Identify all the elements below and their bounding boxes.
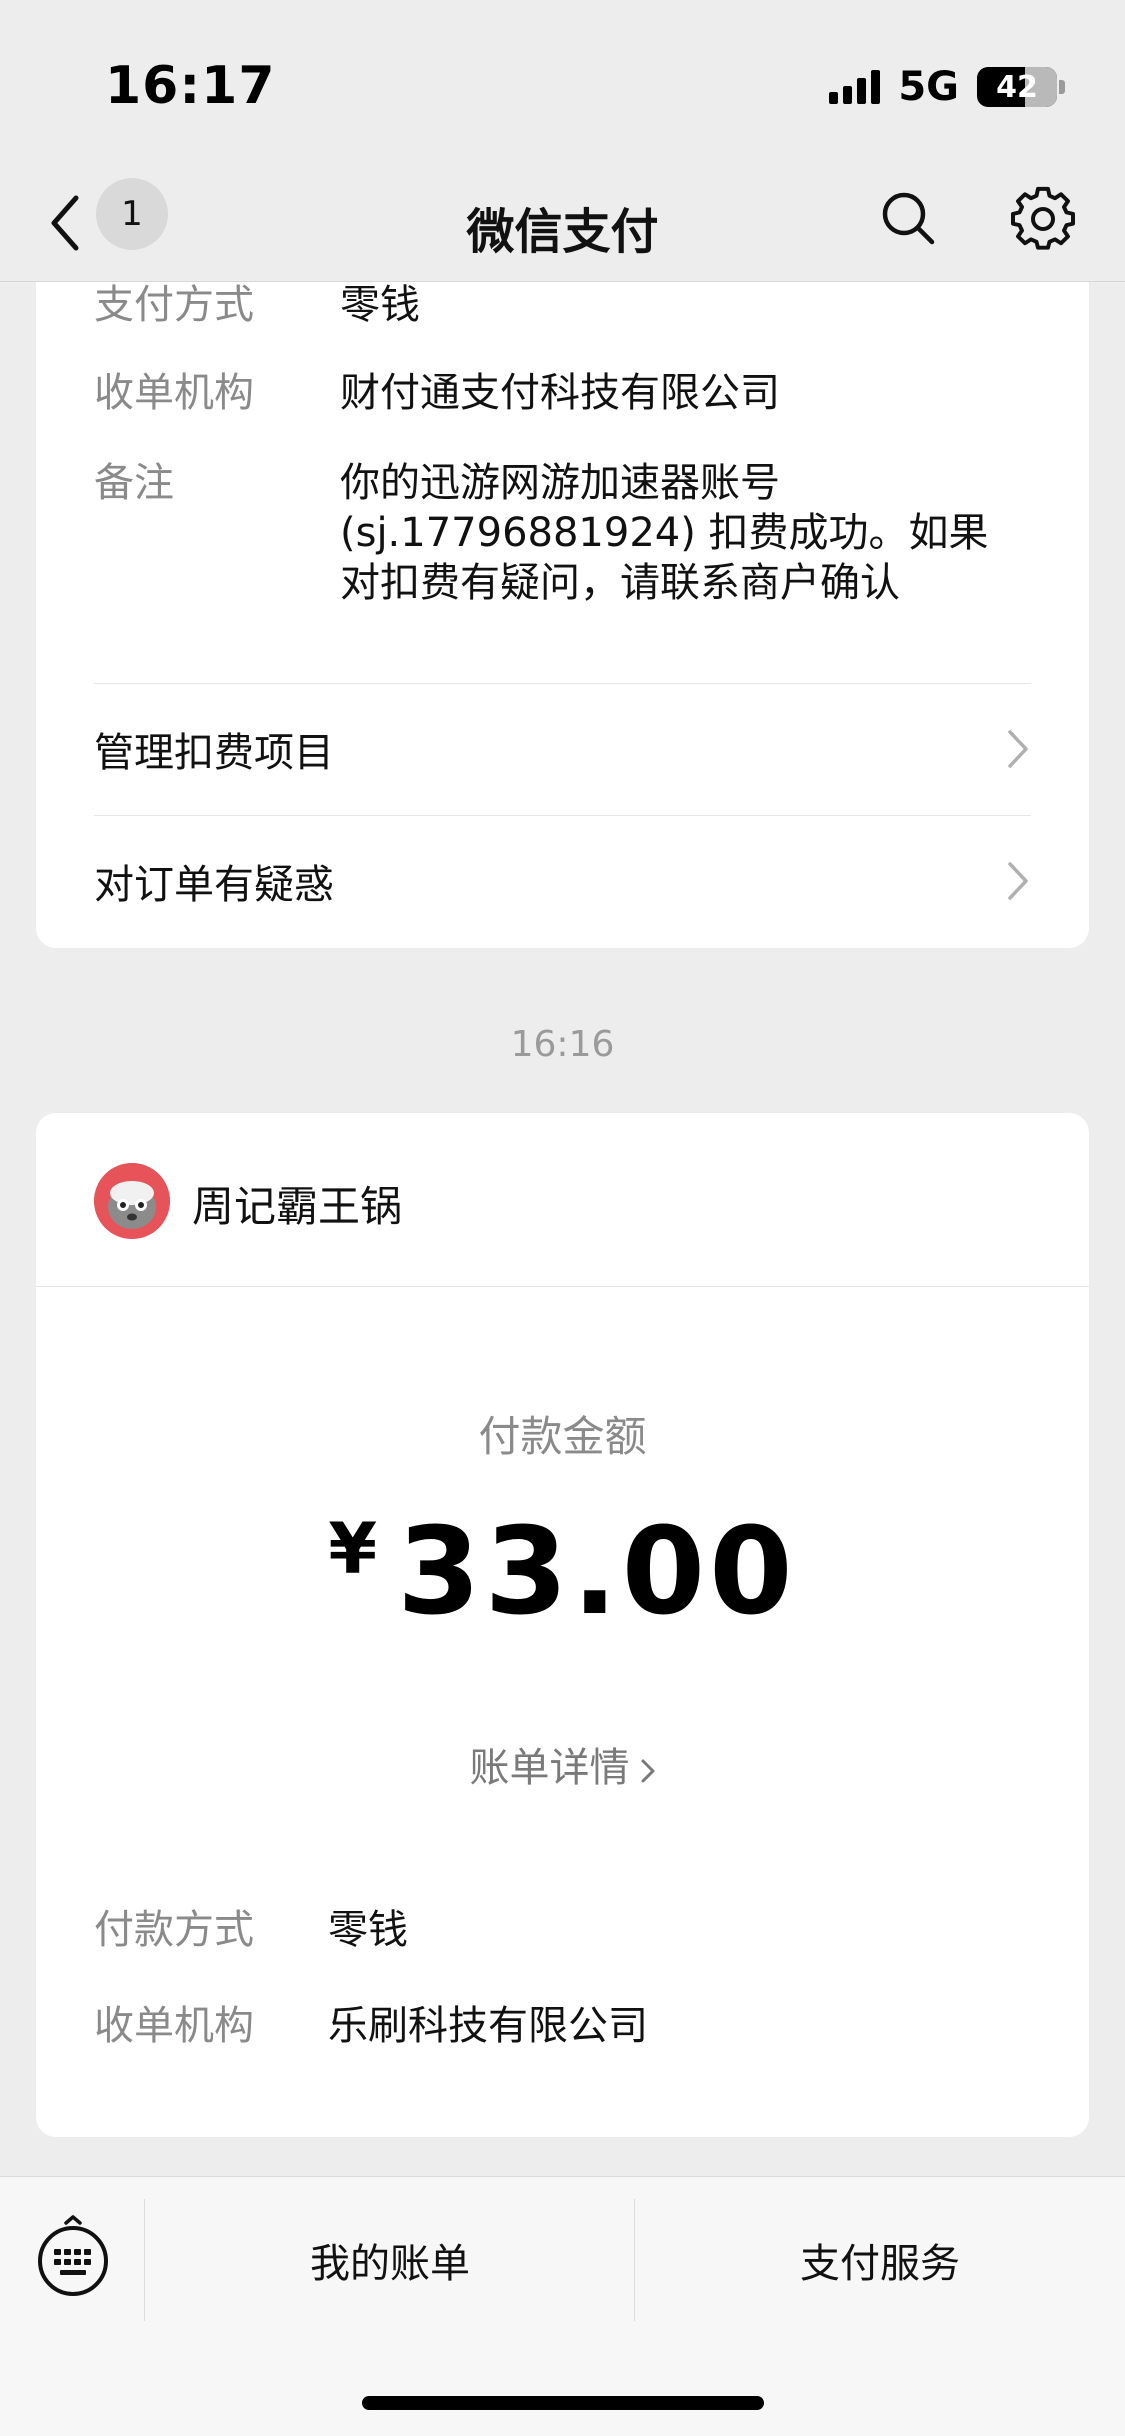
gear-icon[interactable]: [1010, 186, 1076, 252]
battery-cap: [1059, 80, 1065, 94]
page-title: 微信支付: [466, 204, 659, 260]
battery-icon: 42: [977, 67, 1057, 107]
payment-card[interactable]: 周记霸王锅 付款金额 ¥33.00 账单详情 付款方式 零钱 收单机构 乐刷科技…: [36, 1113, 1089, 2137]
payment-services-button[interactable]: 支付服务: [635, 2199, 1125, 2321]
keyboard-icon[interactable]: [30, 2213, 116, 2299]
chevron-right-icon: [641, 1759, 654, 1783]
remark-line: 你的迅游网游加速器账号: [340, 460, 780, 506]
merchant-header[interactable]: 周记霸王锅: [36, 1113, 1089, 1287]
payment-method-label: 付款方式: [94, 1907, 254, 1953]
message-timestamp: 16:16: [510, 1024, 615, 1065]
divider: [94, 683, 1031, 684]
amount-label: 付款金额: [478, 1412, 647, 1461]
payment-amount: ¥33.00: [36, 1503, 1089, 1642]
home-indicator[interactable]: [362, 2396, 764, 2410]
remark-value: 你的迅游网游加速器账号 (sj.17796881924) 扣费成功。如果 对扣费…: [340, 458, 1040, 608]
battery-level: 42: [996, 69, 1038, 105]
acquirer-label: 收单机构: [94, 370, 254, 416]
acquirer-label: 收单机构: [94, 2003, 254, 2049]
status-time: 16:17: [105, 56, 276, 116]
order-question-link[interactable]: 对订单有疑惑: [94, 836, 1031, 926]
payment-method-value: 零钱: [340, 282, 420, 328]
deduction-card: 支付方式 零钱 收单机构 财付通支付科技有限公司 备注 你的迅游网游加速器账号 …: [36, 282, 1089, 948]
bill-details-label: 账单详情: [469, 1745, 630, 1791]
status-indicators: 5G 42: [829, 62, 1065, 112]
signal-icon: [829, 70, 881, 104]
bill-details-link[interactable]: 账单详情: [36, 1735, 1089, 1793]
divider: [94, 815, 1031, 816]
order-question-label: 对订单有疑惑: [94, 862, 334, 908]
my-bills-button[interactable]: 我的账单: [145, 2199, 635, 2321]
currency-symbol: ¥: [328, 1508, 378, 1590]
acquirer-value: 乐刷科技有限公司: [328, 2003, 648, 2049]
remark-label: 备注: [94, 460, 174, 506]
chevron-right-icon: [1008, 730, 1028, 768]
payment-method-value: 零钱: [328, 1907, 408, 1953]
payment-method-label: 支付方式: [94, 282, 254, 328]
manage-deduction-label: 管理扣费项目: [94, 730, 334, 776]
status-bar: 16:17 5G 42: [0, 0, 1125, 160]
chevron-right-icon: [1008, 862, 1028, 900]
remark-line: 对扣费有疑问，请联系商户确认: [340, 560, 900, 606]
merchant-name: 周记霸王锅: [192, 1182, 403, 1231]
manage-deduction-link[interactable]: 管理扣费项目: [94, 704, 1031, 794]
nav-bar: 1 微信支付: [0, 160, 1125, 282]
amount-value: 33.00: [397, 1503, 797, 1642]
acquirer-value: 财付通支付科技有限公司: [340, 370, 780, 416]
remark-line: (sj.17796881924) 扣费成功。如果: [340, 510, 989, 556]
network-type: 5G: [898, 64, 959, 110]
search-icon[interactable]: [878, 188, 938, 248]
merchant-avatar[interactable]: [94, 1163, 170, 1239]
